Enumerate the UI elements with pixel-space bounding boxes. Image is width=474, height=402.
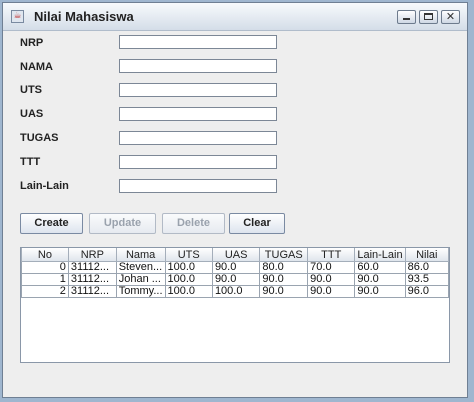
table-header-row: No NRP Nama UTS UAS TUGAS TTT Lain-Lain … bbox=[21, 248, 449, 262]
cell-tugas[interactable]: 80.0 bbox=[259, 261, 309, 274]
label-tugas: TUGAS bbox=[20, 132, 59, 144]
column-header-lain-lain[interactable]: Lain-Lain bbox=[354, 248, 406, 262]
maximize-icon bbox=[420, 11, 437, 23]
cell-ttt[interactable]: 90.0 bbox=[307, 273, 356, 286]
cell-lain-lain[interactable]: 90.0 bbox=[354, 273, 406, 286]
cell-nilai[interactable]: 93.5 bbox=[404, 273, 449, 286]
table-row[interactable]: 2 31112... Tommy... 100.0 100.0 90.0 90.… bbox=[21, 285, 449, 298]
uts-field[interactable] bbox=[119, 83, 277, 97]
lain-lain-field[interactable] bbox=[119, 179, 277, 193]
cell-nilai[interactable]: 96.0 bbox=[404, 285, 449, 298]
tugas-field[interactable] bbox=[119, 131, 277, 145]
uas-field[interactable] bbox=[119, 107, 277, 121]
cell-uts[interactable]: 100.0 bbox=[164, 285, 213, 298]
nama-field[interactable] bbox=[119, 59, 277, 73]
cell-uas[interactable]: 100.0 bbox=[211, 285, 261, 298]
label-nrp: NRP bbox=[20, 37, 44, 49]
label-uts: UTS bbox=[20, 84, 42, 96]
ttt-field[interactable] bbox=[119, 155, 277, 169]
column-header-no[interactable]: No bbox=[21, 248, 69, 262]
update-button[interactable]: Update bbox=[89, 213, 156, 234]
cell-ttt[interactable]: 70.0 bbox=[307, 261, 356, 274]
cell-uts[interactable]: 100.0 bbox=[164, 261, 213, 274]
cell-lain-lain[interactable]: 60.0 bbox=[354, 261, 406, 274]
window-title: Nilai Mahasiswa bbox=[34, 9, 134, 24]
grades-table[interactable]: No NRP Nama UTS UAS TUGAS TTT Lain-Lain … bbox=[21, 248, 449, 298]
table-scroll-pane[interactable]: No NRP Nama UTS UAS TUGAS TTT Lain-Lain … bbox=[20, 247, 450, 363]
column-header-ttt[interactable]: TTT bbox=[307, 248, 356, 262]
close-icon: ✕ bbox=[445, 10, 456, 23]
main-window: ☕ Nilai Mahasiswa ✕ NRP NAMA UTS UAS TUG… bbox=[2, 2, 468, 398]
maximize-button[interactable] bbox=[419, 10, 438, 24]
clear-button[interactable]: Clear bbox=[229, 213, 285, 234]
close-button[interactable]: ✕ bbox=[441, 10, 460, 24]
cell-nrp[interactable]: 31112... bbox=[67, 273, 117, 286]
nrp-field[interactable] bbox=[119, 35, 277, 49]
column-header-tugas[interactable]: TUGAS bbox=[259, 248, 309, 262]
cell-nrp[interactable]: 31112... bbox=[67, 261, 117, 274]
column-header-uas[interactable]: UAS bbox=[211, 248, 261, 262]
column-header-nrp[interactable]: NRP bbox=[67, 248, 117, 262]
cell-tugas[interactable]: 90.0 bbox=[259, 273, 309, 286]
cell-lain-lain[interactable]: 90.0 bbox=[354, 285, 406, 298]
cell-no[interactable]: 0 bbox=[21, 261, 69, 274]
column-header-nama[interactable]: Nama bbox=[115, 248, 166, 262]
cell-ttt[interactable]: 90.0 bbox=[307, 285, 356, 298]
cell-tugas[interactable]: 90.0 bbox=[259, 285, 309, 298]
label-lain-lain: Lain-Lain bbox=[20, 180, 69, 192]
cell-nilai[interactable]: 86.0 bbox=[404, 261, 449, 274]
label-uas: UAS bbox=[20, 108, 44, 120]
label-ttt: TTT bbox=[20, 156, 41, 168]
delete-button[interactable]: Delete bbox=[162, 213, 225, 234]
create-button[interactable]: Create bbox=[20, 213, 83, 234]
table-row[interactable]: 1 31112... Johan ... 100.0 90.0 90.0 90.… bbox=[21, 273, 449, 286]
cell-uas[interactable]: 90.0 bbox=[211, 261, 261, 274]
title-bar[interactable]: ☕ Nilai Mahasiswa ✕ bbox=[3, 3, 467, 31]
label-nama: NAMA bbox=[20, 61, 53, 73]
cell-nama[interactable]: Steven... bbox=[115, 261, 166, 274]
column-header-uts[interactable]: UTS bbox=[164, 248, 213, 262]
cell-no[interactable]: 1 bbox=[21, 273, 69, 286]
java-app-icon: ☕ bbox=[11, 10, 24, 23]
cell-nrp[interactable]: 31112... bbox=[67, 285, 117, 298]
cell-nama[interactable]: Johan ... bbox=[115, 273, 166, 286]
cell-no[interactable]: 2 bbox=[21, 285, 69, 298]
table-row[interactable]: 0 31112... Steven... 100.0 90.0 80.0 70.… bbox=[21, 261, 449, 274]
cell-nama[interactable]: Tommy... bbox=[115, 285, 166, 298]
column-header-nilai[interactable]: Nilai bbox=[404, 248, 449, 262]
cell-uts[interactable]: 100.0 bbox=[164, 273, 213, 286]
minimize-button[interactable] bbox=[397, 10, 416, 24]
minimize-icon bbox=[398, 11, 415, 23]
cell-uas[interactable]: 90.0 bbox=[211, 273, 261, 286]
